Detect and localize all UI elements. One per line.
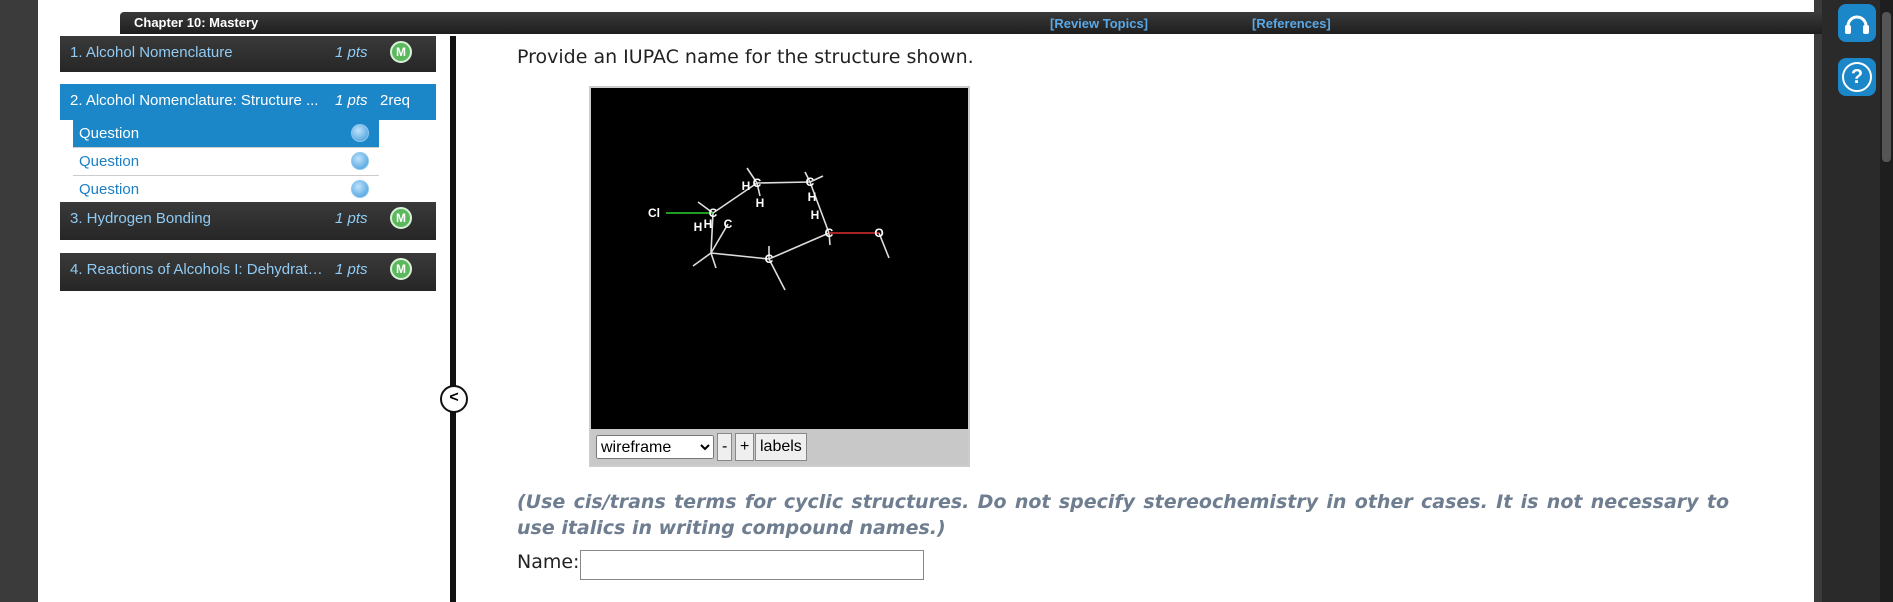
question-prompt: Provide an IUPAC name for the structure … [517,46,974,68]
atom-hydrogen: H [704,217,713,231]
sidebar-item-4[interactable]: 4. Reactions of Alcohols I: Dehydratio..… [60,253,436,291]
sub-question-label: Question [79,125,140,142]
status-circle-icon [351,152,369,170]
atom-carbon: C [765,252,774,266]
sub-question-label: Question [79,153,140,170]
sidebar-item-1[interactable]: 1. Alcohol Nomenclature 1 pts M [60,36,436,72]
points-label: 1 pts [335,44,368,61]
bond [712,182,758,214]
points-label: 1 pts [335,210,368,227]
bond [756,181,811,184]
sidebar-item-label: 4. Reactions of Alcohols I: Dehydratio..… [70,261,325,278]
help-button[interactable]: ? [1838,58,1876,96]
bond [710,252,717,269]
mastery-badge-icon: M [390,258,412,280]
molecule-viewer[interactable]: C C C C C C O Cl H H H H H H wireframe -… [589,86,970,467]
atom-hydrogen: H [808,190,817,204]
labels-button[interactable]: labels [755,433,807,461]
atom-hydrogen: H [811,208,820,222]
mastery-badge-icon: M [390,207,412,229]
atom-chlorine: Cl [648,206,660,220]
collapse-sidebar-button[interactable]: < [440,385,468,413]
references-link[interactable]: [References] [1252,16,1331,31]
atom-hydrogen: H [756,196,765,210]
name-answer-input[interactable] [580,550,924,580]
render-mode-select[interactable]: wireframe [596,435,714,459]
bond [710,252,770,260]
atom-carbon: C [806,175,815,189]
zoom-in-button[interactable]: + [735,433,755,461]
name-label: Name: [517,551,580,573]
sidebar-item-2[interactable]: 2. Alcohol Nomenclature: Structure ... 1… [60,84,436,120]
sidebar-item-label: 3. Hydrogen Bonding [70,210,211,227]
atom-hydrogen: H [742,179,751,193]
chapter-title: Chapter 10: Mastery [134,15,259,30]
sidebar-item-label: 2. Alcohol Nomenclature: Structure ... [70,92,319,109]
points-label: 1 pts [335,261,368,278]
sidebar-item-3[interactable]: 3. Hydrogen Bonding 1 pts M [60,202,436,240]
points-label: 1 pts [335,92,368,109]
review-topics-link[interactable]: [Review Topics] [1050,16,1148,31]
bond [768,232,830,260]
sub-question-3[interactable]: Question [73,176,379,204]
zoom-out-button[interactable]: - [717,433,733,461]
atom-carbon: C [753,176,762,190]
headset-icon [1845,15,1869,34]
chapter-header: Chapter 10: Mastery [Review Topics] [Ref… [120,12,1850,34]
support-button[interactable] [1838,4,1876,42]
bond [692,252,712,267]
panel-divider[interactable] [450,36,456,602]
atom-hydrogen: H [694,220,703,234]
viewer-toolbar: wireframe - + labels [591,429,968,465]
atom-carbon: C [825,226,834,240]
status-circle-icon [351,124,369,142]
sub-question-label: Question [79,181,140,198]
mastery-badge-icon: M [390,41,412,63]
required-count: 2req [380,92,411,109]
instructions-text: (Use cis/trans terms for cyclic structur… [517,491,1729,539]
atom-oxygen: O [874,226,883,240]
molecule-structure[interactable]: C C C C C C O Cl H H H H H H [591,88,968,429]
status-circle-icon [351,180,369,198]
atom-carbon: C [724,217,733,231]
sidebar-item-label: 1. Alcohol Nomenclature [70,44,233,61]
scrollbar-thumb[interactable] [1882,12,1891,162]
sub-question-1[interactable]: Question [73,120,379,148]
help-icon: ? [1842,62,1872,92]
sub-question-2[interactable]: Question [73,148,379,176]
